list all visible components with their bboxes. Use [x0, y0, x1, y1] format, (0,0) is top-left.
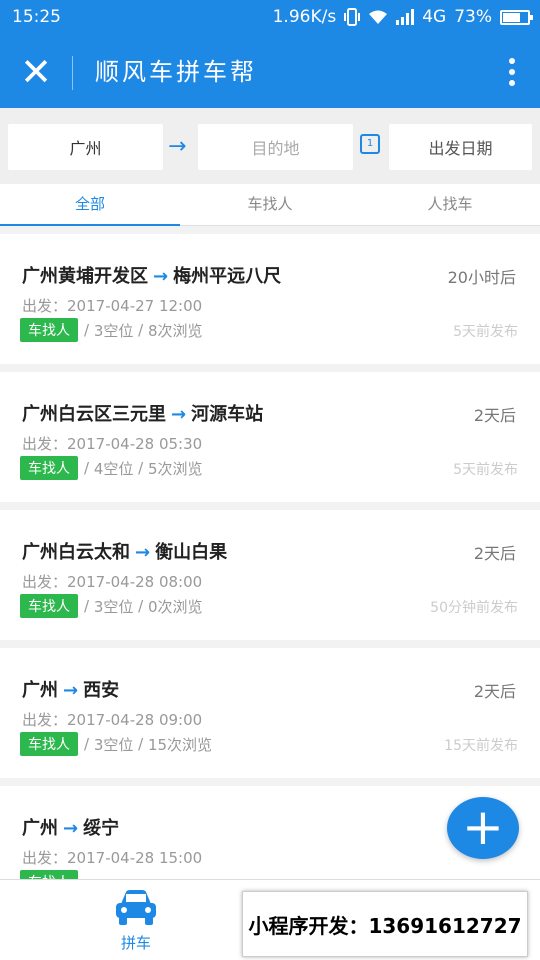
- plus-icon: +: [462, 798, 504, 856]
- status-bar: 15:25 1.96K/s 4G 73%: [0, 0, 540, 36]
- wifi-icon: [369, 10, 388, 24]
- trip-card[interactable]: 广州白云区三元里 → 河源车站 2天后 出发：2017-04-28 05:30 车找…: [0, 372, 540, 502]
- trip-meta: 车找人: [20, 870, 84, 879]
- tab-people-seek-car[interactable]: 人找车: [360, 184, 540, 226]
- trip-posted: 15天前发布: [444, 738, 518, 754]
- trip-destination: 衡山白果: [155, 542, 228, 563]
- trip-views: 15次浏览: [147, 735, 213, 754]
- destination-field[interactable]: 目的地: [198, 124, 353, 170]
- trip-route: 广州白云区三元里 → 河源车站: [22, 400, 263, 426]
- trip-origin: 广州: [22, 680, 58, 701]
- trip-eta: 2天后: [473, 406, 516, 425]
- trip-list: 广州黄埔开发区 → 梅州平远八尺 20小时后 出发：2017-04-27 12:00…: [0, 234, 540, 879]
- nav-bar: ✕ 顺风车拼车帮: [0, 36, 540, 108]
- arrow-right-icon: →: [153, 266, 169, 287]
- trip-route: 广州黄埔开发区 → 梅州平远八尺: [22, 262, 281, 288]
- origin-field[interactable]: 广州: [8, 124, 163, 170]
- date-field[interactable]: 出发日期: [389, 124, 532, 170]
- status-right: 1.96K/s 4G 73%: [272, 7, 533, 27]
- battery-fill: [503, 12, 520, 22]
- tab-carpool-label: 拼车: [120, 934, 151, 952]
- trip-origin: 广州白云太和: [22, 542, 130, 563]
- trip-views: 0次浏览: [147, 597, 203, 616]
- trip-meta: 车找人/ 3空位 / 8次浏览: [20, 318, 203, 342]
- trip-eta: 2天后: [473, 544, 516, 563]
- vibrate-icon: [344, 8, 361, 26]
- trip-views: 8次浏览: [147, 321, 203, 340]
- arrow-right-icon: →: [135, 542, 151, 563]
- trip-seats: 3空位: [93, 597, 134, 616]
- tab-carpool[interactable]: 拼车: [106, 888, 166, 953]
- trip-route: 广州 → 西安: [22, 676, 119, 702]
- trip-route: 广州 → 绥宁: [22, 814, 119, 840]
- trip-destination: 河源车站: [191, 404, 264, 425]
- trip-depart: 出发：2017-04-28 05:30: [22, 435, 203, 453]
- page-title: 顺风车拼车帮: [95, 58, 257, 86]
- trip-eta: 2天后: [473, 682, 516, 701]
- trip-type-badge: 车找人: [20, 456, 78, 480]
- trip-meta: 车找人/ 4空位 / 5次浏览: [20, 456, 203, 480]
- search-bar: 广州 → 目的地 1 出发日期: [0, 108, 540, 184]
- tab-car-seeks-people[interactable]: 车找人: [180, 184, 360, 226]
- trip-posted: 50分钟前发布: [430, 600, 518, 616]
- battery-icon: [500, 9, 533, 25]
- tab-all[interactable]: 全部: [0, 184, 180, 226]
- trip-card[interactable]: 广州白云太和 → 衡山白果 2天后 出发：2017-04-28 08:00 车找人 /…: [0, 510, 540, 640]
- trip-views: 5次浏览: [147, 459, 203, 478]
- more-menu-icon[interactable]: [506, 58, 518, 90]
- arrow-right-icon: →: [168, 134, 187, 159]
- trip-depart: 出发：2017-04-28 09:00: [22, 711, 203, 729]
- trip-meta: 车找人/ 3空位 / 15次浏览: [20, 732, 212, 756]
- trip-depart: 出发：2017-04-27 12:00: [22, 297, 203, 315]
- ad-banner: 小程序开发：13691612727: [242, 891, 528, 957]
- battery-percent: 73%: [454, 7, 492, 27]
- filter-tabs: 全部 车找人 人找车: [0, 184, 540, 226]
- calendar-icon[interactable]: 1: [360, 134, 380, 154]
- trip-card[interactable]: 广州黄埔开发区 → 梅州平远八尺 20小时后 出发：2017-04-27 12:00…: [0, 234, 540, 364]
- trip-meta: 车找人/ 3空位 / 0次浏览: [20, 594, 203, 618]
- network-speed: 1.96K/s: [272, 7, 337, 27]
- signal-icon: [396, 9, 415, 25]
- trip-destination: 绥宁: [83, 818, 120, 839]
- trip-type-badge: 车找人: [20, 732, 78, 756]
- trip-depart: 出发：2017-04-28 15:00: [22, 849, 203, 867]
- trip-eta: 20小时后: [447, 268, 516, 287]
- trip-card[interactable]: 广州 → 西安 2天后 出发：2017-04-28 09:00 车找人/ 3空位 /…: [0, 648, 540, 778]
- trip-posted: 5天前发布: [453, 324, 518, 340]
- trip-posted: 5天前发布: [453, 462, 518, 478]
- trip-type-badge: 车找人: [20, 318, 78, 342]
- close-icon[interactable]: ✕: [14, 50, 58, 94]
- network-type: 4G: [422, 7, 447, 27]
- arrow-right-icon: →: [171, 404, 187, 425]
- car-icon: [116, 890, 156, 925]
- trip-origin: 广州: [22, 818, 58, 839]
- trip-destination: 西安: [83, 680, 120, 701]
- trip-route: 广州白云太和 → 衡山白果: [22, 538, 227, 564]
- add-trip-button[interactable]: +: [447, 797, 519, 859]
- trip-origin: 广州白云区三元里: [22, 404, 166, 425]
- trip-type-badge: 车找人: [20, 594, 78, 618]
- trip-depart: 出发：2017-04-28 08:00: [22, 573, 203, 591]
- trip-type-badge: 车找人: [20, 870, 78, 879]
- nav-divider: [72, 56, 73, 90]
- trip-seats: 3空位: [93, 735, 134, 754]
- status-time: 15:25: [12, 7, 61, 27]
- trip-seats: 4空位: [93, 459, 134, 478]
- arrow-right-icon: →: [63, 818, 79, 839]
- trip-seats: 3空位: [93, 321, 134, 340]
- trip-origin: 广州黄埔开发区: [22, 266, 148, 287]
- trip-destination: 梅州平远八尺: [173, 266, 282, 287]
- arrow-right-icon: →: [63, 680, 79, 701]
